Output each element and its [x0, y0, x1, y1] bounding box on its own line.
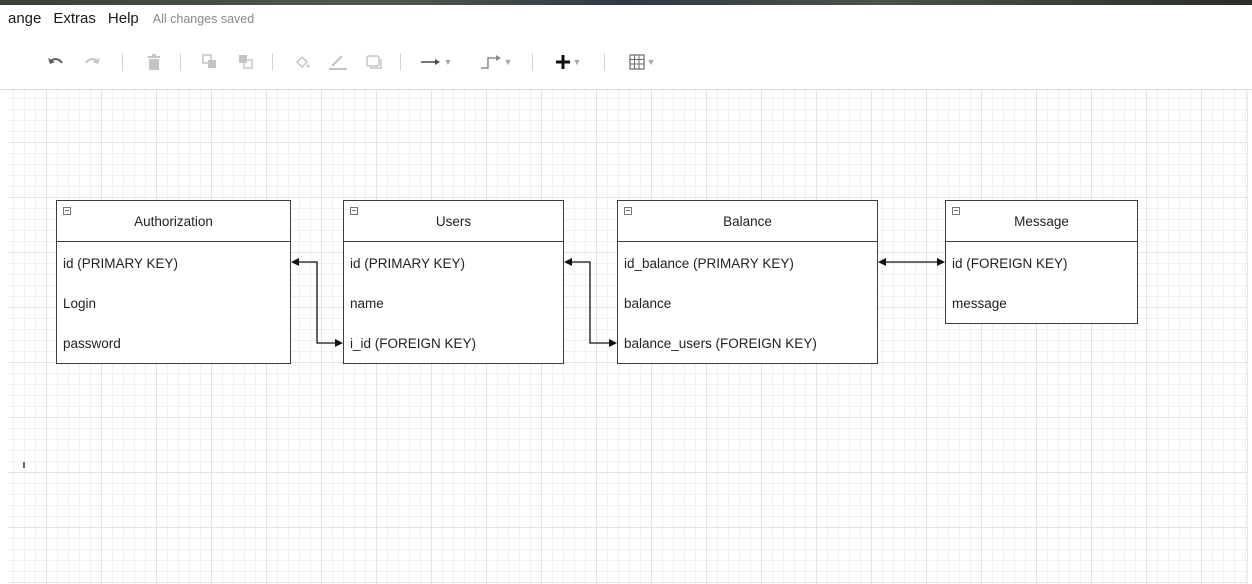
menu-extras[interactable]: Extras: [47, 10, 102, 27]
menubar: ange Extras Help All changes saved: [0, 5, 1252, 32]
toolbar-separator: [272, 53, 273, 71]
connectors-layer: [291, 258, 945, 347]
table-icon[interactable]: ▼: [620, 50, 664, 74]
insert-icon[interactable]: ▼: [548, 50, 588, 74]
waypoints-icon[interactable]: ▼: [474, 50, 518, 74]
connector-authorization-users[interactable]: [297, 261, 337, 344]
fill-color-icon[interactable]: [290, 50, 314, 74]
arrowhead-icon: [878, 258, 886, 266]
shadow-icon[interactable]: [362, 50, 386, 74]
toolbar-separator: [532, 53, 533, 71]
canvas-left-margin: [0, 90, 8, 584]
to-back-icon[interactable]: [234, 50, 258, 74]
diagram-canvas[interactable]: Authorization id (PRIMARY KEY) Login pas…: [0, 90, 1252, 584]
arrowhead-icon: [564, 258, 572, 266]
connector-users-balance[interactable]: [570, 261, 611, 344]
connection-icon[interactable]: ▼: [414, 50, 458, 74]
arrowhead-icon: [609, 339, 617, 347]
toolbar-separator: [180, 53, 181, 71]
toolbar-separator: [400, 53, 401, 71]
delete-icon[interactable]: [142, 50, 166, 74]
toolbar-separator: [122, 53, 123, 71]
toolbar-separator: [604, 53, 605, 71]
arrowhead-icon: [335, 339, 343, 347]
canvas-right-edge: [1247, 90, 1252, 584]
save-status: All changes saved: [152, 11, 255, 26]
line-color-icon[interactable]: [324, 50, 352, 74]
arrowhead-icon: [291, 258, 299, 266]
arrowhead-icon: [937, 258, 945, 266]
undo-icon[interactable]: [44, 50, 68, 74]
side-marker: [23, 462, 25, 468]
menu-help[interactable]: Help: [102, 10, 145, 27]
menu-arrange[interactable]: ange: [0, 10, 47, 27]
to-front-icon[interactable]: [198, 50, 222, 74]
redo-icon[interactable]: [80, 50, 104, 74]
toolbar: ▼ ▼ ▼ ▼: [0, 32, 1252, 90]
